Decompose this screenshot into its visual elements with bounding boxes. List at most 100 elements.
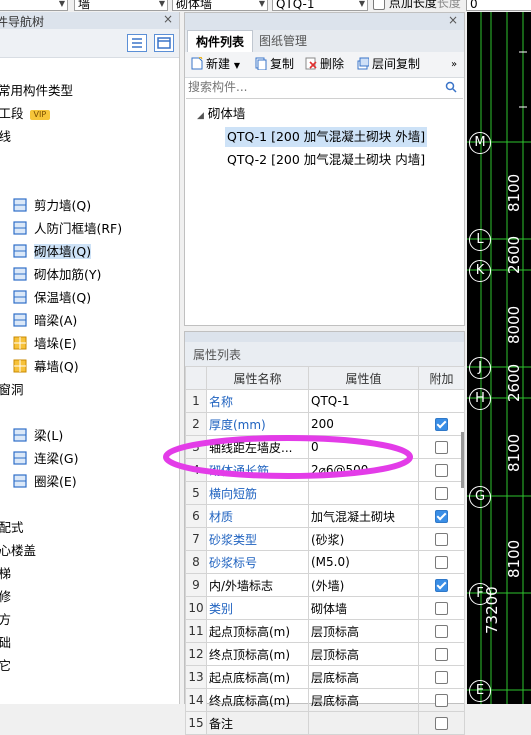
tree-item[interactable]: 砌体墙(Q) — [12, 241, 92, 263]
tree-item[interactable]: 常用构件类型 — [0, 80, 73, 102]
tree-item[interactable]: 圈梁(E) — [12, 471, 77, 493]
tab-drawing-manager[interactable]: 图纸管理 — [251, 30, 315, 52]
search-icon[interactable] — [445, 81, 457, 93]
property-value[interactable]: QTQ-1 — [308, 389, 419, 413]
axis-label: G — [469, 486, 491, 508]
delete-button[interactable]: 删除 — [305, 56, 344, 73]
attach-checkbox[interactable] — [435, 648, 448, 661]
shear-wall-icon — [12, 197, 28, 213]
property-value[interactable]: (M5.0) — [308, 550, 419, 574]
tree-item[interactable]: 人防门框墙(RF) — [12, 218, 122, 240]
attach-checkbox[interactable] — [435, 717, 448, 730]
tree-item[interactable]: 砌体加筋(Y) — [12, 264, 101, 286]
chevron-down-icon: ▼ — [158, 0, 165, 8]
attach-checkbox[interactable] — [435, 533, 448, 546]
property-name: 材质 — [206, 504, 309, 528]
property-value[interactable]: 层顶标高 — [308, 642, 419, 666]
category-combo[interactable]: 墙 ▼ — [74, 0, 168, 11]
length-input[interactable]: 0 — [466, 0, 531, 11]
resize-handle[interactable] — [461, 432, 464, 488]
new-button[interactable]: 新建 ▼ — [191, 56, 240, 73]
attach-checkbox[interactable] — [435, 671, 448, 684]
property-value[interactable] — [308, 481, 419, 505]
tree-item[interactable]: 施工段 VIP — [0, 103, 51, 125]
component-combo[interactable]: QTQ-1 ▼ — [272, 0, 368, 11]
table-row[interactable]: 8 砂浆标号 (M5.0) — [185, 550, 465, 574]
attach-checkbox[interactable] — [435, 487, 448, 500]
add-length-checkbox[interactable] — [373, 0, 385, 10]
tree-item[interactable]: 楼梯 — [0, 563, 11, 585]
add-length-option[interactable]: 点加长度长度 — [373, 0, 461, 10]
list-item[interactable]: QTQ-1 [200 加气混凝土砌块 外墙] — [225, 127, 428, 147]
tree-item[interactable]: 门窗洞 — [0, 379, 24, 401]
attach-checkbox[interactable] — [435, 418, 448, 431]
axis-label: E — [469, 680, 491, 702]
property-value[interactable]: (外墙) — [308, 573, 419, 597]
tree-item[interactable]: 连梁(G) — [12, 448, 78, 470]
list-item[interactable]: QTQ-2 [200 加气混凝土砌块 内墙] — [225, 150, 427, 170]
table-row[interactable]: 5 横向短筋 — [185, 481, 465, 505]
search-box[interactable] — [186, 78, 463, 99]
property-value[interactable]: 层底标高 — [308, 688, 419, 712]
property-name: 横向短筋 — [206, 481, 309, 505]
more-icon[interactable]: » — [451, 56, 457, 73]
property-value[interactable] — [308, 711, 419, 735]
tree-item[interactable]: 墙垛(E) — [12, 333, 77, 355]
tree-item[interactable]: 基础 — [0, 632, 11, 654]
tree-item[interactable]: 保温墙(Q) — [12, 287, 91, 309]
attach-checkbox[interactable] — [435, 625, 448, 638]
tree-item[interactable]: 梁(L) — [12, 425, 63, 447]
tree-item-label: 暗梁(A) — [34, 313, 78, 328]
table-row[interactable]: 7 砂浆类型 (砂浆) — [185, 527, 465, 551]
attach-checkbox[interactable] — [435, 510, 448, 523]
attach-cell — [418, 481, 465, 505]
floor-combo[interactable]: ▼ — [0, 0, 68, 11]
chevron-down-icon: ▼ — [233, 61, 240, 70]
table-row[interactable]: 13 起点底标高(m) 层底标高 — [185, 665, 465, 689]
tree-item[interactable]: 暗梁(A) — [12, 310, 77, 332]
tree-item[interactable]: 装配式 — [0, 517, 24, 539]
tree-item[interactable]: 土方 — [0, 609, 11, 631]
tree-item[interactable]: 幕墙(Q) — [12, 356, 79, 378]
close-icon[interactable]: × — [448, 13, 458, 27]
attach-checkbox[interactable] — [435, 556, 448, 569]
list-view-button[interactable] — [127, 34, 147, 52]
table-row[interactable]: 6 材质 加气混凝土砌块 — [185, 504, 465, 528]
type-combo[interactable]: 砌体墙 ▼ — [172, 0, 268, 11]
table-row[interactable]: 14 终点底标高(m) 层底标高 — [185, 688, 465, 712]
tree-item[interactable]: 轴线 — [0, 126, 11, 148]
copy-button[interactable]: 复制 — [255, 56, 294, 73]
attach-checkbox[interactable] — [435, 464, 448, 477]
property-value[interactable]: 层底标高 — [308, 665, 419, 689]
property-name: 备注 — [206, 711, 309, 735]
attach-checkbox[interactable] — [435, 579, 448, 592]
attach-checkbox[interactable] — [435, 602, 448, 615]
layer-copy-button[interactable]: 层间复制 — [357, 56, 420, 73]
table-row[interactable]: 12 终点顶标高(m) 层顶标高 — [185, 642, 465, 666]
collapse-icon[interactable]: ◢ — [197, 111, 204, 121]
tree-item[interactable]: 空心楼盖 — [0, 540, 36, 562]
tab-component-list[interactable]: 构件列表 — [187, 30, 254, 53]
grid-view-button[interactable] — [154, 34, 174, 52]
table-row[interactable]: 1 名称 QTQ-1 — [185, 389, 465, 413]
table-row[interactable]: 10 类别 砌体墙 — [185, 596, 465, 620]
property-value[interactable]: 加气混凝土砌块 — [308, 504, 419, 528]
group-masonry-wall[interactable]: ◢ 砌体墙 — [197, 103, 245, 122]
search-input[interactable] — [186, 78, 440, 96]
property-value[interactable]: 砌体墙 — [308, 596, 419, 620]
axis-label: L — [469, 229, 491, 251]
table-row[interactable]: 15 备注 — [185, 711, 465, 735]
property-value[interactable]: 层顶标高 — [308, 619, 419, 643]
tree-item[interactable]: 剪力墙(Q) — [12, 195, 91, 217]
table-row[interactable]: 11 起点顶标高(m) 层顶标高 — [185, 619, 465, 643]
tree-item[interactable]: 其它 — [0, 655, 11, 677]
tree-item[interactable]: 装修 — [0, 586, 11, 608]
tree-item-label: 门窗洞 — [0, 382, 24, 397]
property-value[interactable]: (砂浆) — [308, 527, 419, 551]
drawing-canvas[interactable]: M L K J H G F E 8100 2600 8000 2600 8100… — [467, 12, 531, 704]
attach-checkbox[interactable] — [435, 441, 448, 454]
close-icon[interactable]: × — [163, 12, 173, 26]
attach-checkbox[interactable] — [435, 694, 448, 707]
table-header-row: 属性名称 属性值 附加 — [185, 366, 465, 390]
table-row[interactable]: 9 内/外墙标志 (外墙) — [185, 573, 465, 597]
